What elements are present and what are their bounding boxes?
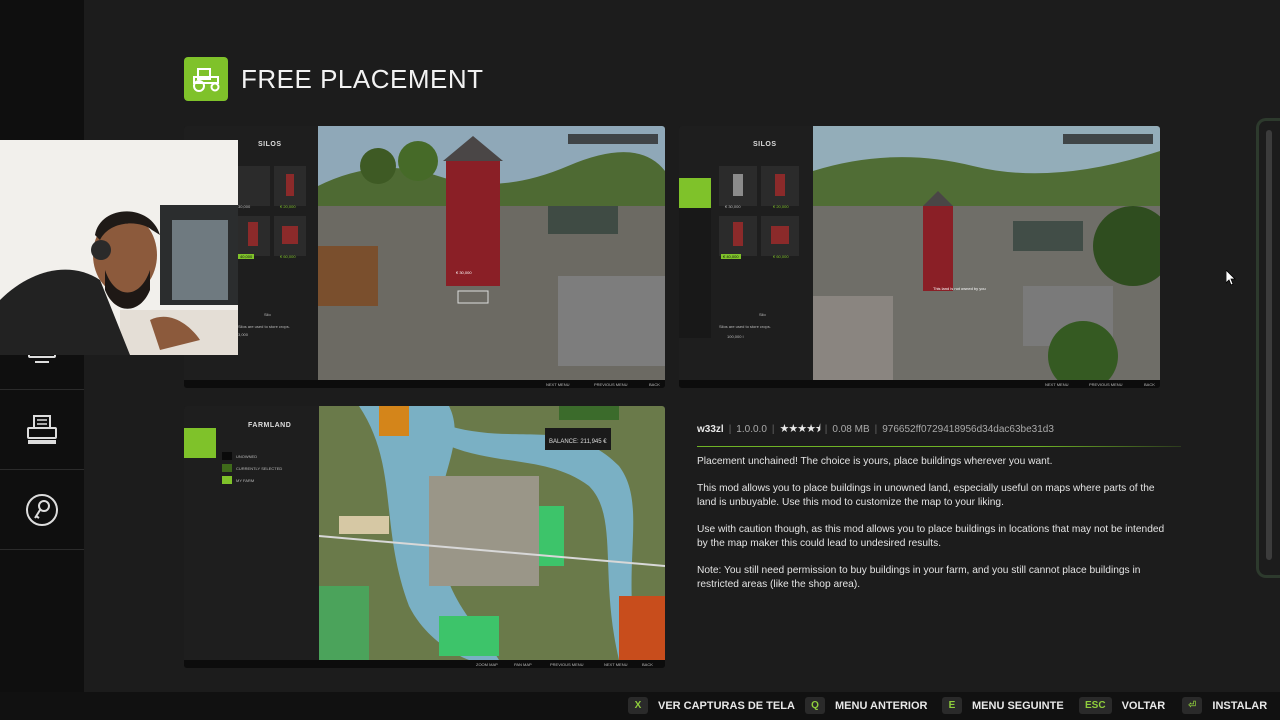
key-badge: ⏎: [1182, 697, 1203, 714]
price-label: € 40,000: [721, 254, 741, 259]
description-paragraph: Note: You still need permission to buy b…: [697, 565, 1141, 590]
scene-warning: This land is not owned by you: [933, 286, 986, 291]
key-badge: Q: [805, 697, 825, 714]
item-caption: Silo: [759, 312, 766, 317]
item-caption: Silo: [264, 312, 271, 317]
price-label: € 20,000: [280, 204, 296, 209]
separator: |: [771, 424, 775, 435]
mod-description: Placement unchained! The choice is yours…: [697, 455, 1167, 605]
footer-hint: PREVIOUS MENU: [594, 382, 628, 387]
separator: |: [824, 424, 828, 435]
price-label: 30,000: [238, 204, 251, 209]
footer-hint: PAN MAP: [514, 662, 532, 667]
game-scene: This land is not owned by you: [813, 126, 1160, 380]
sidebar-item-key[interactable]: [0, 470, 84, 550]
separator: |: [728, 424, 732, 435]
footer-hint: NEXT MENU: [1045, 382, 1069, 387]
hint-next-menu[interactable]: E MENU SEGUINTE: [942, 697, 1064, 714]
panel-title: FARMLAND: [248, 422, 292, 429]
screenshot-footer: ZOOM MAP PAN MAP PREVIOUS MENU NEXT MENU…: [184, 660, 665, 668]
panel-title: SILOS: [753, 141, 777, 148]
legend-label: MY FARM: [236, 478, 255, 483]
tractor-badge: [184, 57, 228, 101]
footer-hint: NEXT MENU: [546, 382, 570, 387]
game-scene: € 30,000: [318, 126, 665, 380]
description-paragraph: Use with caution though, as this mod all…: [697, 524, 1165, 549]
screenshot-thumbnail-3[interactable]: FARMLAND UNOWNED CURRENTLY SELECTED MY F…: [184, 406, 665, 668]
map-scene: BALANCE: 211,945 €: [319, 406, 665, 660]
price-label: € 20,000: [773, 204, 789, 209]
price-label: € 30,000: [725, 204, 741, 209]
item-value: 100,000 l: [727, 334, 744, 339]
hint-install[interactable]: ⏎ INSTALAR: [1182, 697, 1267, 714]
separator: |: [874, 424, 878, 435]
sidebar-item-printer[interactable]: [0, 390, 84, 470]
mod-size: 0.08 MB: [832, 424, 870, 435]
key-badge: ESC: [1079, 697, 1112, 714]
key-badge-icon: [26, 493, 58, 526]
webcam-person-image: [0, 140, 238, 355]
price-label: € 60,000: [773, 254, 789, 259]
screenshot-thumbnail-2[interactable]: SILOS € 30,000 € 20,000 € 40,000 € 60,00…: [679, 126, 1160, 388]
screenshot-panel: SILOS € 30,000 € 20,000 € 40,000 € 60,00…: [679, 126, 813, 380]
key-badge: X: [628, 697, 648, 714]
mod-hash: 976652ff0729418956d34dac63be31d3: [882, 424, 1054, 435]
mod-version: 1.0.0.0: [736, 424, 767, 435]
hint-back[interactable]: ESC VOLTAR: [1079, 697, 1165, 714]
hint-label: VER CAPTURAS DE TELA: [658, 699, 795, 712]
item-value: 3,000: [238, 332, 249, 337]
hint-label: VOLTAR: [1121, 699, 1166, 712]
scene-price: € 30,000: [456, 270, 472, 275]
hint-view-screenshots[interactable]: X VER CAPTURAS DE TELA: [628, 697, 795, 714]
screenshot-footer: NEXT MENU PREVIOUS MENU BACK: [184, 380, 665, 388]
mod-detail-screen: FREE PLACEMENT SILOS 30,000 € 20,000 40,…: [0, 0, 1280, 720]
tractor-icon: [193, 68, 220, 92]
footer-hint: NEXT MENU: [604, 662, 628, 667]
legend-label: UNOWNED: [236, 454, 258, 459]
item-subcaption: Silos are used to store crops.: [238, 324, 290, 329]
footer-hint: BACK: [1144, 382, 1155, 387]
farmland-map-image: [319, 406, 665, 660]
mouse-cursor-icon: [1226, 270, 1236, 286]
item-subcaption: Silos are used to store crops.: [719, 324, 771, 329]
screenshot-thumbnail-1[interactable]: SILOS 30,000 € 20,000 40,000 € 60,000 Si…: [184, 126, 665, 388]
description-paragraph: Placement unchained! The choice is yours…: [697, 456, 1053, 467]
footer-hint: PREVIOUS MENU: [550, 662, 584, 667]
scrollbar[interactable]: [1266, 130, 1272, 560]
webcam-overlay: [0, 140, 238, 355]
footer-hint: PREVIOUS MENU: [1089, 382, 1123, 387]
farm-scene-image: [813, 126, 1160, 380]
page-title: FREE PLACEMENT: [241, 64, 484, 94]
balance-label: BALANCE: 211,945 €: [549, 439, 607, 445]
screenshot-footer: NEXT MENU PREVIOUS MENU BACK: [679, 380, 1160, 388]
legend-label: CURRENTLY SELECTED: [236, 466, 283, 471]
panel-title: SILOS: [258, 141, 282, 148]
price-label: 40,000: [238, 254, 255, 259]
footer-hint: ZOOM MAP: [476, 662, 498, 667]
printer-icon: [27, 414, 57, 444]
price-label: € 60,000: [280, 254, 296, 259]
footer-hint: BACK: [642, 662, 653, 667]
hint-label: MENU ANTERIOR: [835, 699, 928, 712]
mod-author: w33zl: [697, 424, 724, 435]
hint-label: MENU SEGUINTE: [972, 699, 1064, 712]
footer-hint: BACK: [649, 382, 660, 387]
screenshot-panel: FARMLAND UNOWNED CURRENTLY SELECTED MY F…: [184, 406, 319, 660]
rating-stars-icon: ★★★★⯨: [779, 423, 821, 435]
mod-meta-row: w33zl | 1.0.0.0 | ★★★★⯨ | 0.08 MB | 9766…: [697, 420, 1054, 439]
farm-scene-image: [318, 126, 665, 380]
hint-previous-menu[interactable]: Q MENU ANTERIOR: [805, 697, 927, 714]
description-paragraph: This mod allows you to place buildings i…: [697, 483, 1155, 508]
balance-box: BALANCE: 211,945 €: [545, 428, 611, 450]
key-badge: E: [942, 697, 962, 714]
accent-divider: [697, 446, 1181, 447]
hint-label: INSTALAR: [1212, 699, 1268, 712]
